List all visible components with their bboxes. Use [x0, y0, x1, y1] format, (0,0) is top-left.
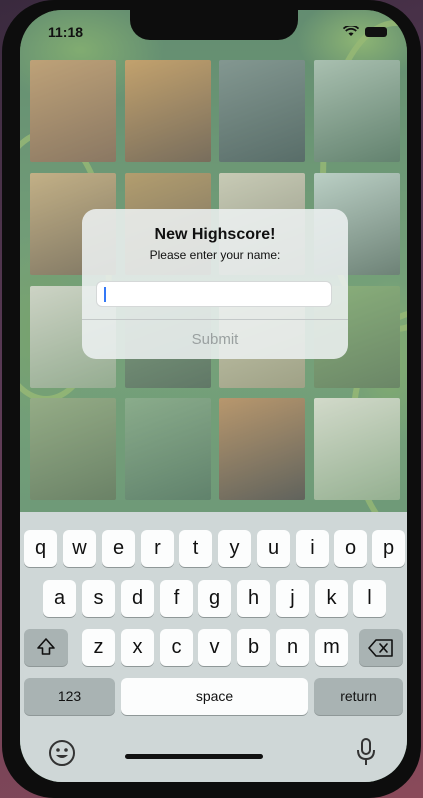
key-a[interactable]: a: [43, 580, 76, 617]
key-t[interactable]: t: [179, 530, 212, 567]
key-x[interactable]: x: [121, 629, 154, 666]
key-w[interactable]: w: [63, 530, 96, 567]
key-d[interactable]: d: [121, 580, 154, 617]
key-h[interactable]: h: [237, 580, 270, 617]
return-key[interactable]: return: [314, 678, 403, 715]
key-n[interactable]: n: [276, 629, 309, 666]
key-j[interactable]: j: [276, 580, 309, 617]
shift-key[interactable]: [24, 629, 68, 666]
wifi-icon: [343, 26, 359, 36]
key-y[interactable]: y: [218, 530, 251, 567]
key-q[interactable]: q: [24, 530, 57, 567]
phone-frame: 11:18 New Highscore! Please enter your n…: [2, 0, 421, 798]
key-f[interactable]: f: [160, 580, 193, 617]
text-caret: [104, 287, 106, 302]
dialog-title: New Highscore!: [154, 226, 276, 243]
key-p[interactable]: p: [372, 530, 405, 567]
screen: 11:18 New Highscore! Please enter your n…: [20, 10, 407, 782]
name-input[interactable]: [96, 281, 332, 307]
key-u[interactable]: u: [257, 530, 290, 567]
key-c[interactable]: c: [160, 629, 193, 666]
numbers-key[interactable]: 123: [24, 678, 115, 715]
key-b[interactable]: b: [237, 629, 270, 666]
key-i[interactable]: i: [296, 530, 329, 567]
key-m[interactable]: m: [315, 629, 348, 666]
emoji-icon[interactable]: [48, 739, 76, 767]
notch: [130, 10, 298, 40]
key-e[interactable]: e: [102, 530, 135, 567]
status-time: 11:18: [48, 24, 84, 40]
keyboard: q w e r t y u i o p a s d f g h j k l z …: [20, 512, 407, 782]
dialog-message: Please enter your name:: [149, 248, 281, 262]
delete-icon: [368, 639, 393, 657]
space-key[interactable]: space: [121, 678, 308, 715]
submit-button[interactable]: Submit: [82, 320, 348, 359]
shift-icon: [37, 638, 55, 655]
key-z[interactable]: z: [82, 629, 115, 666]
key-v[interactable]: v: [198, 629, 231, 666]
status-icons: [343, 26, 387, 37]
home-indicator: [125, 754, 263, 759]
key-g[interactable]: g: [198, 580, 231, 617]
key-k[interactable]: k: [315, 580, 348, 617]
microphone-icon[interactable]: [355, 737, 377, 767]
key-r[interactable]: r: [141, 530, 174, 567]
key-o[interactable]: o: [334, 530, 367, 567]
key-l[interactable]: l: [353, 580, 386, 617]
delete-key[interactable]: [359, 629, 403, 666]
highscore-dialog: New Highscore! Please enter your name: S…: [82, 209, 348, 359]
battery-icon: [365, 26, 387, 37]
key-s[interactable]: s: [82, 580, 115, 617]
